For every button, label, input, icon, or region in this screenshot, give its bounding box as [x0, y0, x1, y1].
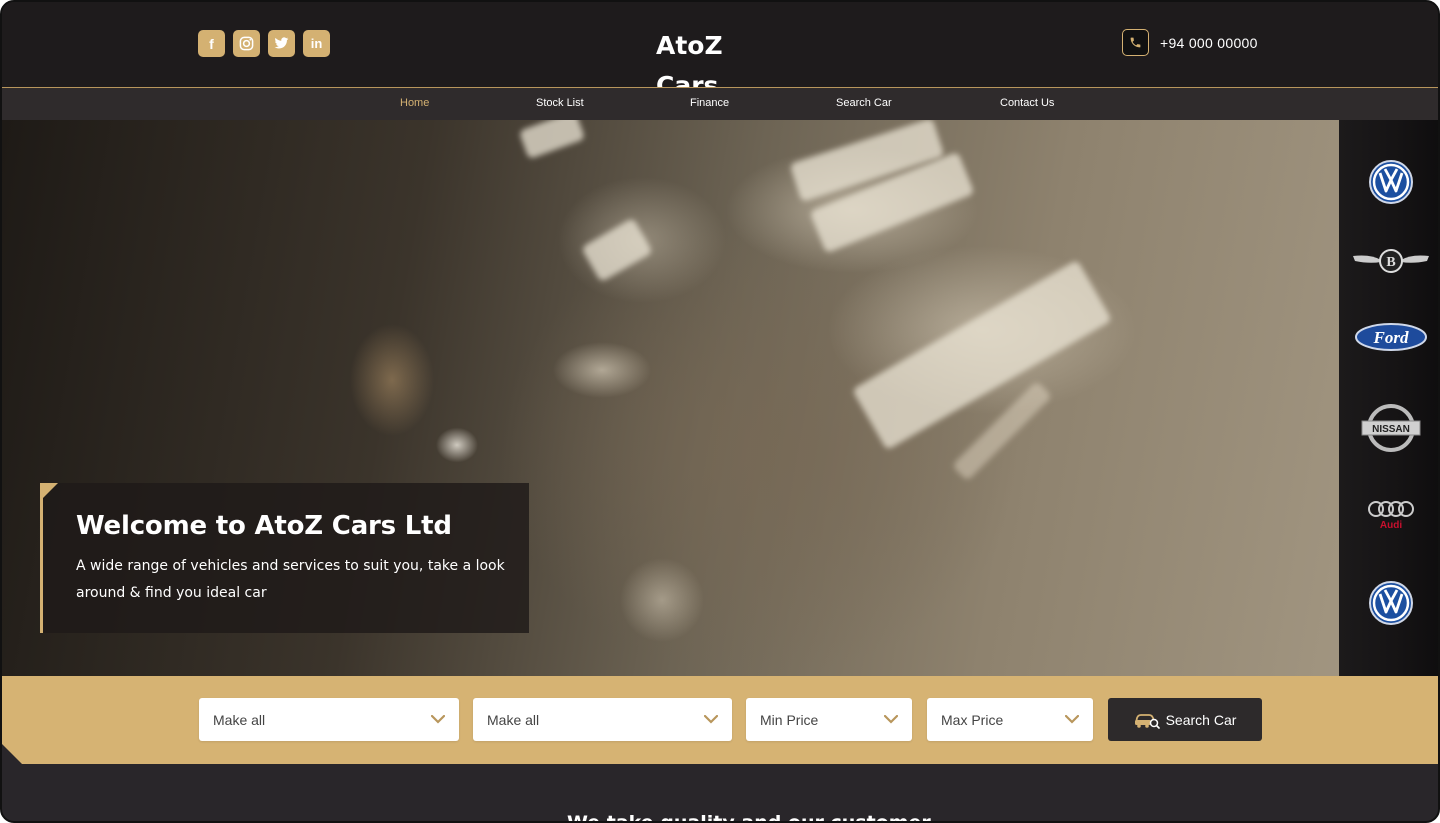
- search-bar-notch: [2, 744, 22, 764]
- phone-contact[interactable]: +94 000 00000: [1122, 29, 1258, 56]
- svg-text:Audi: Audi: [1379, 520, 1401, 531]
- linkedin-icon[interactable]: in: [303, 30, 330, 57]
- instagram-icon[interactable]: [233, 30, 260, 57]
- search-car-button[interactable]: Search Car: [1108, 698, 1262, 741]
- site-logo-text[interactable]: AtoZ Cars: [656, 26, 736, 87]
- nav-item-contact-us[interactable]: Contact Us: [1000, 97, 1054, 109]
- make-select-1-label: Make all: [213, 711, 266, 728]
- nav-item-stock-list[interactable]: Stock List: [536, 97, 584, 109]
- max-price-select[interactable]: Max Price: [927, 698, 1093, 741]
- chevron-down-icon: [1065, 715, 1079, 724]
- top-header: f in AtoZ Cars +94 000 00000: [2, 2, 1438, 87]
- make-select-2[interactable]: Make all: [473, 698, 732, 741]
- panel-corner-accent: [40, 483, 58, 501]
- facebook-icon[interactable]: f: [198, 30, 225, 57]
- search-car-label: Search Car: [1165, 711, 1237, 728]
- nissan-logo-icon[interactable]: NISSAN: [1339, 402, 1438, 454]
- nav-item-home[interactable]: Home: [400, 97, 429, 109]
- main-nav: Home Stock List Finance Search Car Conta…: [2, 87, 1438, 120]
- svg-text:B: B: [1386, 255, 1395, 270]
- hero-light-streak: [581, 217, 653, 283]
- chevron-down-icon: [704, 715, 718, 724]
- min-price-select[interactable]: Min Price: [746, 698, 912, 741]
- car-search-icon: [1134, 713, 1160, 729]
- chevron-down-icon: [431, 715, 445, 724]
- ford-logo-icon[interactable]: Ford: [1339, 322, 1438, 352]
- hero-light-streak: [851, 259, 1113, 451]
- min-price-label: Min Price: [760, 711, 819, 728]
- nav-item-search-car[interactable]: Search Car: [836, 97, 892, 109]
- volkswagen-logo-icon[interactable]: [1339, 160, 1438, 204]
- hero-subtitle: A wide range of vehicles and services to…: [76, 558, 505, 601]
- volkswagen-logo-icon[interactable]: [1339, 581, 1438, 625]
- hero-banner: Welcome to AtoZ Cars Ltd A wide range of…: [2, 120, 1438, 676]
- search-bar: Make all Make all Min Price Max Price Se…: [2, 676, 1438, 764]
- phone-number: +94 000 00000: [1160, 34, 1258, 51]
- bentley-logo-icon[interactable]: B: [1339, 246, 1438, 276]
- nav-item-finance[interactable]: Finance: [690, 97, 729, 109]
- audi-logo-icon[interactable]: Audi: [1339, 498, 1438, 532]
- browser-frame: f in AtoZ Cars +94 000 00000 Home Stock …: [0, 0, 1440, 823]
- svg-text:NISSAN: NISSAN: [1372, 424, 1410, 435]
- make-select-2-label: Make all: [487, 711, 540, 728]
- hero-light-streak: [518, 120, 586, 160]
- svg-text:Ford: Ford: [1372, 328, 1408, 347]
- make-select-1[interactable]: Make all: [199, 698, 459, 741]
- max-price-label: Max Price: [941, 711, 1004, 728]
- phone-icon: [1122, 29, 1149, 56]
- chevron-down-icon: [884, 715, 898, 724]
- twitter-icon[interactable]: [268, 30, 295, 57]
- hero-title: Welcome to AtoZ Cars Ltd: [76, 511, 452, 541]
- brand-logo-strip: B Ford NISSAN Audi: [1339, 120, 1438, 676]
- welcome-panel: Welcome to AtoZ Cars Ltd A wide range of…: [40, 483, 529, 633]
- section-title: We take quality and our customer: [567, 812, 931, 823]
- social-links: f in: [198, 30, 330, 57]
